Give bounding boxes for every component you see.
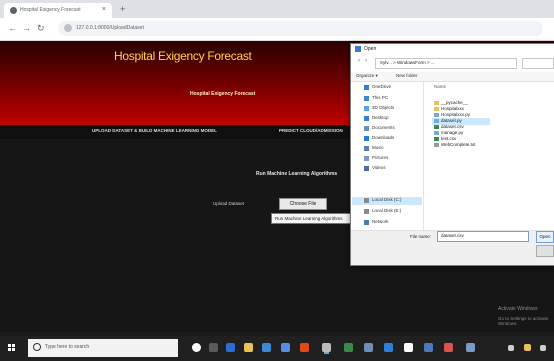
task-view-icon[interactable]	[209, 343, 218, 352]
drive-e-icon	[364, 209, 369, 214]
site-info-icon[interactable]	[64, 24, 72, 32]
folder-icon	[434, 101, 439, 105]
this-pc-icon	[364, 96, 369, 101]
nav-pictures[interactable]: Pictures	[372, 155, 388, 160]
dialog-search-box[interactable]	[522, 58, 554, 69]
drive-c-icon	[364, 198, 369, 203]
pictures-icon	[364, 156, 369, 161]
csv-file-icon	[434, 137, 439, 141]
documents-icon	[364, 126, 369, 131]
nav-network[interactable]: Network	[372, 219, 389, 224]
nav-predict[interactable]: PREDICT CLOUD/ADMISSION	[279, 128, 343, 133]
nav-desktop[interactable]: Desktop	[372, 115, 389, 120]
dialog-back-icon[interactable]: ‹	[358, 58, 360, 64]
new-folder-button[interactable]: New folder	[396, 73, 418, 78]
reload-icon[interactable]: ↻	[37, 23, 45, 34]
upload-dataset-label: Upload Dataset	[213, 201, 245, 206]
file-row[interactable]: dataset.csv	[441, 124, 464, 129]
file-row[interactable]: WebComplete.txt	[441, 142, 475, 147]
mail-icon[interactable]	[281, 343, 290, 352]
python-file-icon	[434, 113, 439, 117]
tooltip: Run Machine Learning Algorithms	[271, 213, 356, 224]
downloads-icon	[364, 136, 369, 141]
dialog-address-bar[interactable]: Sylv... > WindowsForm > ...	[375, 58, 517, 69]
notepad-icon[interactable]	[404, 343, 413, 352]
chrome-icon[interactable]	[322, 343, 331, 352]
nav-local-disk-e[interactable]: Local Disk (E:)	[372, 208, 401, 213]
taskbar-search-box[interactable]: Type here to search	[28, 339, 178, 357]
section-heading: Run Machine Learning Algorithms	[256, 171, 338, 177]
file-row[interactable]: dataset.py	[441, 118, 462, 123]
tab-title: Hospital Exigency Forecast	[20, 7, 81, 13]
nav-this-pc[interactable]: This PC	[372, 95, 388, 100]
dialog-command-bar	[351, 72, 554, 82]
app-icon[interactable]	[466, 343, 475, 352]
organize-button[interactable]: Organize ▾	[356, 73, 378, 79]
dialog-forward-icon[interactable]: ›	[365, 58, 367, 64]
site-title: Hospital Exigency Forecast	[114, 49, 252, 63]
choose-file-button[interactable]: Choose File	[279, 198, 327, 210]
nav-music[interactable]: Music	[372, 145, 384, 150]
nav-videos[interactable]: Videos	[372, 165, 386, 170]
address-bar[interactable]: 127.0.0.1:8000/UploadDataset	[58, 21, 543, 36]
text-file-icon	[434, 143, 439, 147]
file-row[interactable]: manage.py	[441, 130, 463, 135]
taskbar-search-placeholder: Type here to search	[45, 344, 90, 350]
file-name-input[interactable]: dataset.csv	[437, 231, 529, 242]
nav-local-disk-c[interactable]: Local Disk (C:)	[372, 197, 402, 202]
address-url: 127.0.0.1:8000/UploadDataset	[76, 25, 144, 31]
desktop-icon	[364, 116, 369, 121]
windows-start-icon[interactable]	[8, 344, 16, 352]
file-row[interactable]: __pycache__	[441, 100, 468, 105]
folder-icon	[434, 107, 439, 111]
cancel-button[interactable]	[536, 245, 554, 257]
app-icon[interactable]	[444, 343, 453, 352]
onedrive-icon	[364, 85, 369, 90]
back-icon[interactable]: ←	[8, 23, 17, 33]
network-icon	[364, 220, 369, 225]
search-icon	[33, 343, 41, 351]
column-name-header[interactable]: Name	[434, 84, 446, 89]
file-row[interactable]: Hospitalxxx	[441, 106, 464, 111]
nav-onedrive[interactable]: OneDrive	[372, 84, 391, 89]
store-icon[interactable]	[262, 343, 271, 352]
nav-upload-dataset[interactable]: UPLOAD DATASET & BUILD MACHINE LEARNING …	[92, 128, 217, 133]
3d-objects-icon	[364, 106, 369, 111]
app-icon[interactable]	[384, 343, 393, 352]
file-row[interactable]: test.csv	[441, 136, 456, 141]
forward-icon[interactable]: →	[22, 23, 31, 33]
tray-icon[interactable]	[524, 344, 531, 351]
file-row[interactable]: Hospitalxxx.py	[441, 112, 470, 117]
activate-windows-subtitle: Go to Settings to activate Windows.	[498, 316, 549, 326]
hero-subtitle: Hospital Exigency Forecast	[190, 91, 256, 97]
nav-downloads[interactable]: Downloads	[372, 135, 394, 140]
tab-close-icon[interactable]: ×	[102, 6, 106, 13]
app-icon[interactable]	[344, 343, 353, 352]
csv-file-icon	[434, 125, 439, 129]
dialog-app-icon	[355, 46, 361, 52]
videos-icon	[364, 166, 369, 171]
browser-tab[interactable]: Hospital Exigency Forecast ×	[4, 3, 112, 18]
nav-documents[interactable]: Documents	[372, 125, 395, 130]
cortana-icon[interactable]	[192, 343, 201, 352]
dialog-title: Open	[364, 46, 377, 52]
notification-icon[interactable]	[540, 345, 546, 351]
new-tab-button[interactable]: +	[120, 4, 125, 14]
file-name-value: dataset.csv	[441, 233, 464, 238]
nav-3d-objects[interactable]: 3D Objects	[372, 105, 394, 110]
app-icon[interactable]	[300, 343, 309, 352]
open-button[interactable]: Open	[536, 231, 554, 243]
python-file-icon	[434, 131, 439, 135]
activate-windows-title: Activate Windows	[498, 306, 538, 312]
file-name-label: File name:	[410, 234, 432, 239]
app-icon[interactable]	[364, 343, 373, 352]
dialog-address-path: Sylv... > WindowsForm > ...	[380, 60, 435, 65]
app-icon[interactable]	[424, 343, 433, 352]
python-file-icon	[434, 119, 439, 123]
tray-icon[interactable]	[508, 345, 514, 351]
tab-favicon-icon	[10, 7, 17, 14]
edge-icon[interactable]	[226, 343, 235, 352]
file-explorer-icon[interactable]	[244, 343, 253, 352]
music-icon	[364, 146, 369, 151]
